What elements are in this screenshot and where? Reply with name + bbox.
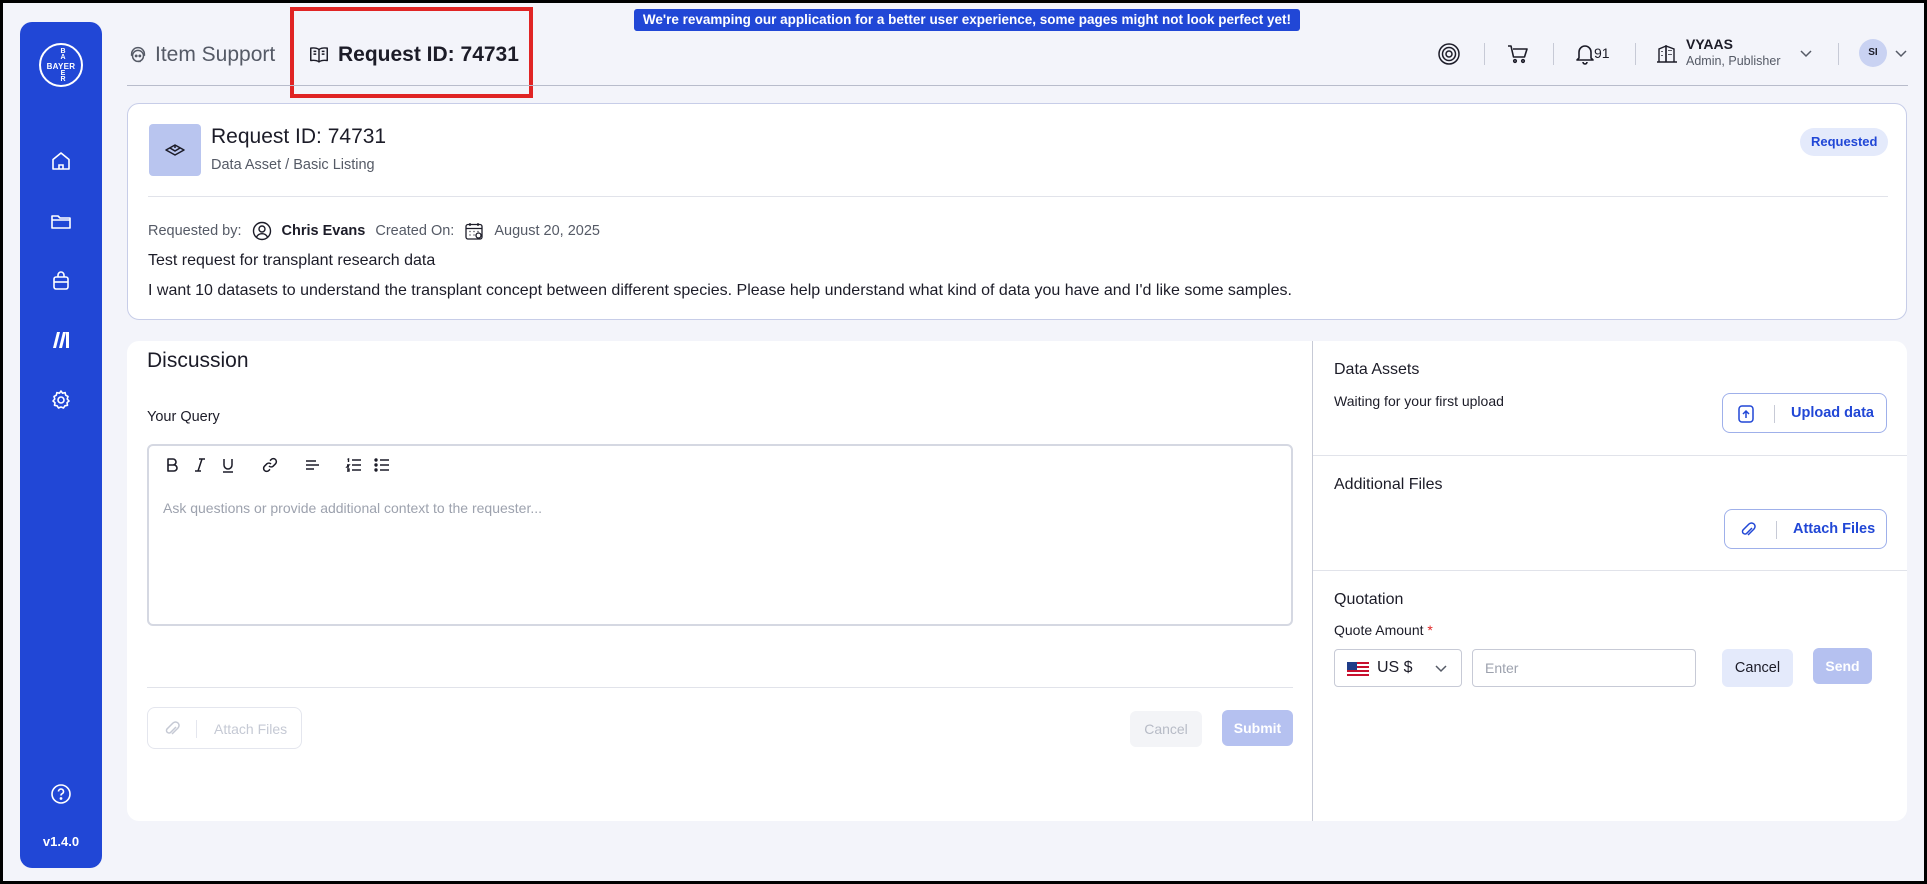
section-divider bbox=[1313, 455, 1907, 456]
discussion-submit-button[interactable]: Submit bbox=[1222, 710, 1293, 746]
italic-icon[interactable] bbox=[191, 456, 209, 474]
discussion-title: Discussion bbox=[147, 349, 249, 372]
page-title: Request ID: 74731 bbox=[308, 41, 519, 69]
support-agent-icon bbox=[130, 46, 146, 63]
chevron-down-icon[interactable] bbox=[1798, 45, 1814, 61]
discussion-panel: Discussion Your Query Ask questions or p… bbox=[127, 341, 1907, 821]
request-meta: Requested by: Chris Evans Created On: Au… bbox=[148, 220, 600, 242]
data-asset-icon bbox=[165, 144, 185, 156]
header-separator bbox=[1484, 43, 1485, 65]
user-role: Admin, Publisher bbox=[1686, 54, 1781, 68]
request-type-icon bbox=[149, 124, 201, 176]
upload-data-button[interactable]: Upload data bbox=[1722, 393, 1887, 433]
query-editor[interactable]: Ask questions or provide additional cont… bbox=[147, 444, 1293, 626]
target-icon[interactable] bbox=[1436, 41, 1462, 67]
data-assets-title: Data Assets bbox=[1334, 361, 1420, 378]
chevron-down-icon[interactable] bbox=[1893, 45, 1909, 61]
bullet-list-icon[interactable] bbox=[373, 456, 391, 474]
app-version: v1.4.0 bbox=[42, 834, 80, 849]
cart-icon[interactable] bbox=[1505, 41, 1531, 67]
folder-icon[interactable] bbox=[49, 209, 73, 233]
discussion-cancel-button[interactable]: Cancel bbox=[1130, 711, 1202, 747]
help-icon[interactable] bbox=[49, 782, 73, 806]
underline-icon[interactable] bbox=[219, 456, 237, 474]
bayer-logo[interactable]: BAYER B A E R bbox=[39, 43, 83, 87]
currency-value: US $ bbox=[1377, 659, 1413, 676]
upload-data-label: Upload data bbox=[1791, 405, 1874, 421]
quote-amount-label: Quote Amount * bbox=[1334, 622, 1433, 638]
link-icon[interactable] bbox=[261, 456, 279, 474]
request-description: I want 10 datasets to understand the tra… bbox=[148, 282, 1292, 299]
quote-cancel-button[interactable]: Cancel bbox=[1722, 649, 1793, 687]
logo-text-vertical: B A E R bbox=[60, 48, 66, 83]
additional-files-title: Additional Files bbox=[1334, 476, 1443, 493]
paperclip-icon bbox=[1741, 522, 1756, 536]
gear-icon[interactable] bbox=[49, 388, 73, 412]
ordered-list-icon[interactable] bbox=[345, 456, 363, 474]
paperclip-icon bbox=[165, 721, 180, 735]
request-title: Request ID: 74731 bbox=[211, 125, 387, 148]
request-headline: Test request for transplant research dat… bbox=[148, 252, 436, 269]
page-title-text: Request ID: 74731 bbox=[338, 43, 519, 66]
chevron-down-icon bbox=[1433, 660, 1449, 676]
query-label: Your Query bbox=[147, 409, 220, 425]
breadcrumb-label: Item Support bbox=[155, 43, 276, 66]
user-name[interactable]: VYAAS bbox=[1686, 36, 1733, 52]
quote-send-button[interactable]: Send bbox=[1813, 648, 1872, 684]
attach-files-button[interactable]: Attach Files bbox=[1724, 509, 1887, 549]
attach-files-label: Attach Files bbox=[214, 721, 288, 737]
building-icon bbox=[1654, 41, 1680, 67]
header-separator bbox=[1635, 43, 1636, 65]
quote-amount-input[interactable] bbox=[1472, 649, 1696, 687]
bag-icon[interactable] bbox=[49, 269, 73, 293]
bold-icon[interactable] bbox=[163, 456, 181, 474]
created-on-value: August 20, 2025 bbox=[494, 223, 600, 239]
upload-icon bbox=[1738, 405, 1754, 423]
data-assets-status: Waiting for your first upload bbox=[1334, 393, 1504, 409]
attach-files-label: Attach Files bbox=[1793, 521, 1876, 537]
status-badge: Requested bbox=[1800, 128, 1889, 156]
home-icon[interactable] bbox=[49, 149, 73, 173]
header-separator bbox=[1838, 43, 1839, 65]
user-circle-icon bbox=[252, 221, 271, 241]
request-subtitle: Data Asset / Basic Listing bbox=[211, 157, 375, 173]
calendar-icon bbox=[465, 223, 483, 240]
breadcrumb-item-support[interactable]: Item Support bbox=[127, 41, 275, 69]
query-placeholder[interactable]: Ask questions or provide additional cont… bbox=[163, 500, 542, 516]
header-separator bbox=[1553, 43, 1554, 65]
request-card: Request ID: 74731 Data Asset / Basic Lis… bbox=[127, 103, 1907, 320]
revamp-banner: We're revamping our application for a be… bbox=[634, 9, 1300, 31]
requested-by-value: Chris Evans bbox=[281, 223, 366, 239]
requested-by-label: Requested by: bbox=[148, 223, 242, 239]
card-divider bbox=[148, 196, 1888, 197]
brand-icon[interactable] bbox=[49, 328, 73, 352]
created-on-label: Created On: bbox=[375, 223, 455, 239]
section-divider bbox=[1313, 570, 1907, 571]
attach-files-button-disabled[interactable]: Attach Files bbox=[147, 707, 302, 749]
align-left-icon[interactable] bbox=[303, 456, 321, 474]
open-book-icon bbox=[310, 47, 328, 63]
header-divider bbox=[127, 85, 1908, 86]
currency-select[interactable]: US $ bbox=[1334, 649, 1462, 687]
notification-count: 91 bbox=[1594, 45, 1610, 61]
sidebar: BAYER B A E R v1.4.0 bbox=[20, 22, 102, 868]
required-asterisk: * bbox=[1427, 622, 1433, 638]
us-flag-icon bbox=[1347, 662, 1369, 676]
panel-divider bbox=[1312, 341, 1313, 821]
avatar[interactable]: SI bbox=[1859, 39, 1887, 67]
quotation-title: Quotation bbox=[1334, 591, 1404, 608]
discussion-divider bbox=[147, 687, 1293, 688]
